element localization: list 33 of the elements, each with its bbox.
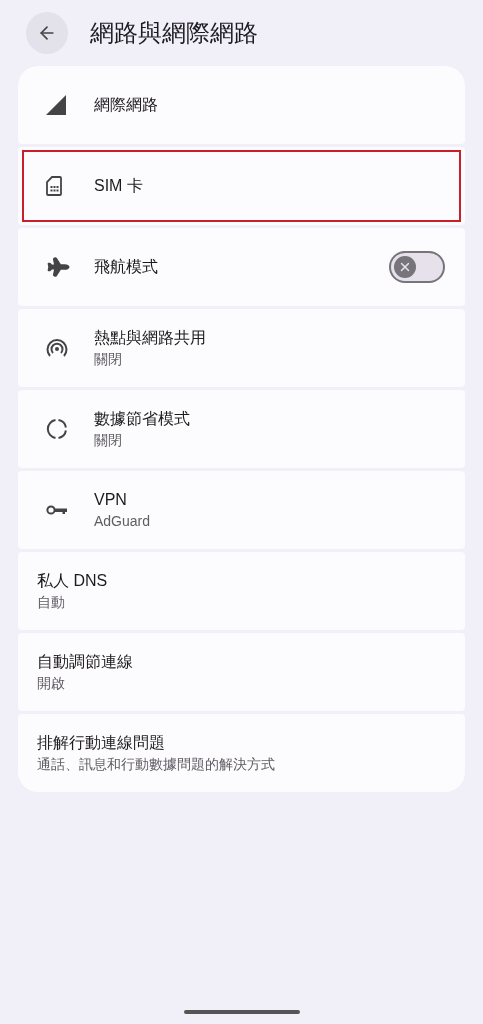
settings-item[interactable]: VPN AdGuard — [18, 471, 465, 549]
data-saver-icon — [46, 418, 68, 440]
signal-icon — [46, 95, 66, 115]
item-subtitle: 關閉 — [94, 431, 123, 450]
settings-item[interactable]: 網際網路 — [18, 66, 465, 144]
item-title: VPN — [94, 490, 128, 510]
close-icon — [398, 260, 412, 274]
item-subtitle: 關閉 — [94, 350, 123, 369]
settings-item[interactable]: SIM 卡 — [18, 147, 465, 225]
item-subtitle: 開啟 — [37, 674, 66, 693]
toggle-switch[interactable] — [389, 251, 445, 283]
item-subtitle: 自動 — [37, 593, 66, 612]
item-subtitle: 通話、訊息和行動數據問題的解決方式 — [37, 755, 276, 774]
item-title: 飛航模式 — [94, 257, 159, 277]
settings-item[interactable]: 排解行動連線問題 通話、訊息和行動數據問題的解決方式 — [18, 714, 465, 792]
page-title: 網路與網際網路 — [90, 18, 258, 48]
item-title: 自動調節連線 — [37, 652, 134, 672]
item-title: 網際網路 — [94, 95, 159, 115]
back-button[interactable] — [26, 12, 68, 54]
item-title: 私人 DNS — [37, 571, 109, 591]
settings-item[interactable]: 自動調節連線 開啟 — [18, 633, 465, 711]
settings-item[interactable]: 數據節省模式 關閉 — [18, 390, 465, 468]
item-title: 數據節省模式 — [94, 409, 191, 429]
settings-item[interactable]: 熱點與網路共用 關閉 — [18, 309, 465, 387]
item-title: 排解行動連線問題 — [37, 733, 166, 753]
sim-card-icon — [46, 176, 62, 196]
hotspot-icon — [46, 338, 68, 358]
settings-item[interactable]: 飛航模式 — [18, 228, 465, 306]
settings-item[interactable]: 私人 DNS 自動 — [18, 552, 465, 630]
key-icon — [46, 504, 68, 516]
item-title: SIM 卡 — [94, 176, 144, 196]
item-subtitle: AdGuard — [94, 512, 152, 531]
item-title: 熱點與網路共用 — [94, 328, 207, 348]
